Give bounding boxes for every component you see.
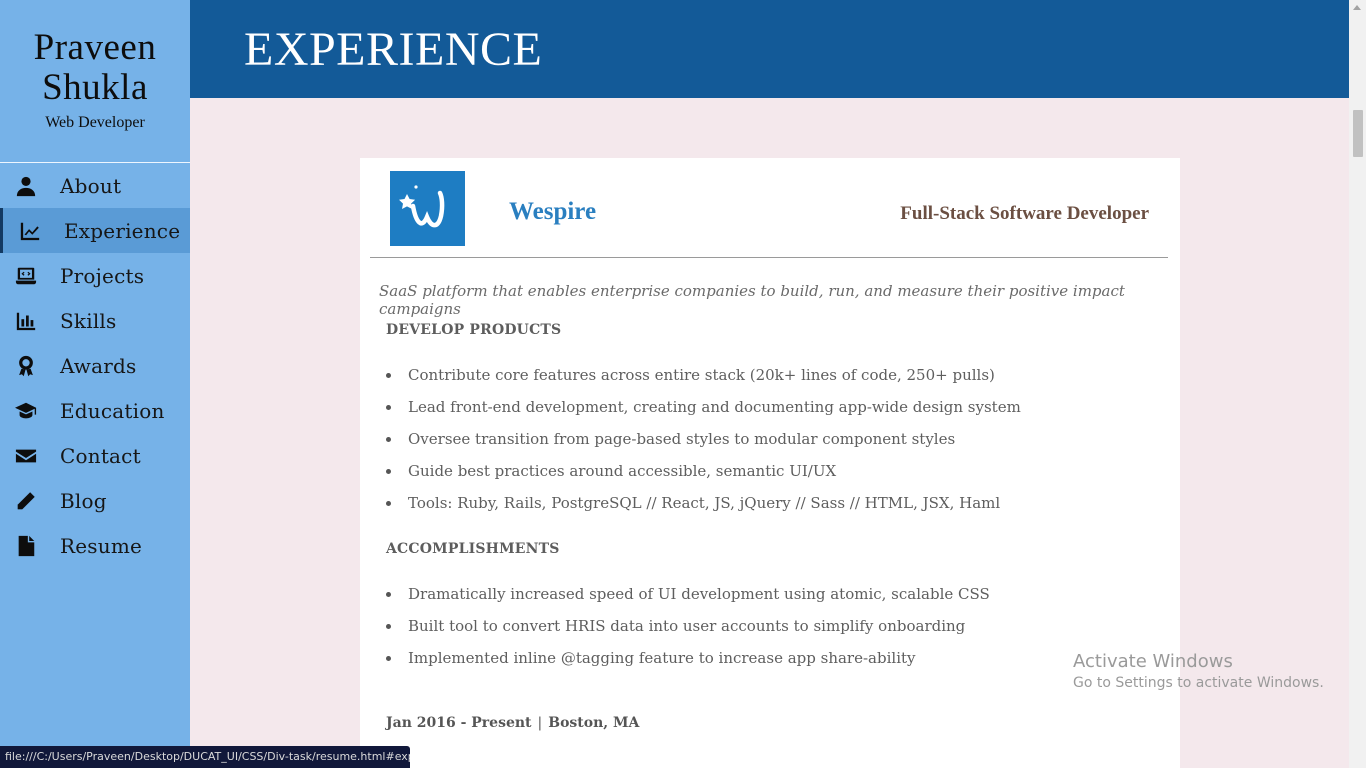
chart-line-icon bbox=[18, 219, 42, 243]
brand-name: Praveen Shukla bbox=[33, 27, 157, 108]
sidebar-item-label: Blog bbox=[60, 488, 107, 513]
company-name: Wespire bbox=[509, 198, 597, 225]
list-item: Contribute core features across entire s… bbox=[386, 365, 1021, 397]
section-heading-develop-products: DEVELOP PRODUCTS bbox=[386, 322, 562, 338]
company-tagline: SaaS platform that enables enterprise co… bbox=[379, 282, 1125, 318]
sidebar-item-projects[interactable]: Projects bbox=[0, 253, 190, 298]
brand: Praveen Shukla Web Developer bbox=[0, 0, 190, 162]
divider bbox=[370, 257, 1168, 258]
brand-role: Web Developer bbox=[45, 114, 145, 131]
vertical-scrollbar[interactable] bbox=[1349, 0, 1366, 768]
watermark-subtitle: Go to Settings to activate Windows. bbox=[1073, 675, 1324, 691]
list-item: Tools: Ruby, Rails, PostgreSQL // React,… bbox=[386, 493, 1021, 525]
sidebar-item-awards[interactable]: Awards bbox=[0, 343, 190, 388]
wespire-logo bbox=[390, 171, 465, 246]
list-item: Oversee transition from page-based style… bbox=[386, 429, 1021, 461]
scroll-thumb[interactable] bbox=[1353, 110, 1363, 157]
sidebar-item-label: Awards bbox=[60, 353, 137, 378]
sidebar-item-label: About bbox=[60, 173, 122, 198]
laptop-code-icon bbox=[14, 264, 38, 288]
graduation-cap-icon bbox=[14, 399, 38, 423]
status-url-bar: file:///C:/Users/Praveen/Desktop/DUCAT_U… bbox=[0, 746, 410, 768]
meta-separator: | bbox=[537, 715, 543, 731]
job-title: Full-Stack Software Developer bbox=[900, 203, 1149, 224]
accomplishments-list: Dramatically increased speed of UI devel… bbox=[386, 584, 990, 680]
sidebar-item-label: Experience bbox=[64, 218, 181, 243]
sidebar-item-experience[interactable]: Experience bbox=[0, 208, 190, 253]
list-item: Built tool to convert HRIS data into use… bbox=[386, 616, 990, 648]
file-icon bbox=[14, 534, 38, 558]
job-dates: Jan 2016 - Present bbox=[386, 715, 532, 731]
scroll-up-arrow-icon[interactable] bbox=[1353, 5, 1361, 10]
list-item: Lead front-end development, creating and… bbox=[386, 397, 1021, 429]
develop-products-list: Contribute core features across entire s… bbox=[386, 365, 1021, 525]
sidebar-item-about[interactable]: About bbox=[0, 163, 190, 208]
sidebar-item-label: Projects bbox=[60, 263, 145, 288]
experience-header: Wespire Full-Stack Software Developer bbox=[360, 158, 1180, 258]
job-meta: Jan 2016 - Present | Boston, MA bbox=[386, 715, 639, 731]
envelope-icon bbox=[14, 444, 38, 468]
award-icon bbox=[14, 354, 38, 378]
experience-card: Wespire Full-Stack Software Developer Sa… bbox=[360, 158, 1180, 768]
list-item: Guide best practices around accessible, … bbox=[386, 461, 1021, 493]
sidebar-item-contact[interactable]: Contact bbox=[0, 433, 190, 478]
pencil-icon bbox=[14, 489, 38, 513]
sidebar-item-label: Education bbox=[60, 398, 165, 423]
sidebar-nav: About Experience Projects Skills Awards bbox=[0, 163, 190, 568]
bar-chart-icon bbox=[14, 309, 38, 333]
page-header: EXPERIENCE bbox=[190, 0, 1349, 98]
activation-watermark: Activate Windows Go to Settings to activ… bbox=[1073, 651, 1324, 691]
section-heading-accomplishments: ACCOMPLISHMENTS bbox=[386, 541, 560, 557]
page-title: EXPERIENCE bbox=[244, 23, 543, 76]
user-icon bbox=[14, 174, 38, 198]
list-item: Implemented inline @tagging feature to i… bbox=[386, 648, 990, 680]
watermark-title: Activate Windows bbox=[1073, 651, 1233, 672]
list-item: Dramatically increased speed of UI devel… bbox=[386, 584, 990, 616]
sidebar-item-label: Contact bbox=[60, 443, 141, 468]
job-location: Boston, MA bbox=[548, 715, 640, 731]
sidebar-item-label: Resume bbox=[60, 533, 143, 558]
sidebar-item-label: Skills bbox=[60, 308, 117, 333]
sidebar-item-education[interactable]: Education bbox=[0, 388, 190, 433]
sidebar: Praveen Shukla Web Developer About Exper… bbox=[0, 0, 190, 768]
sidebar-item-resume[interactable]: Resume bbox=[0, 523, 190, 568]
sidebar-item-skills[interactable]: Skills bbox=[0, 298, 190, 343]
sidebar-item-blog[interactable]: Blog bbox=[0, 478, 190, 523]
